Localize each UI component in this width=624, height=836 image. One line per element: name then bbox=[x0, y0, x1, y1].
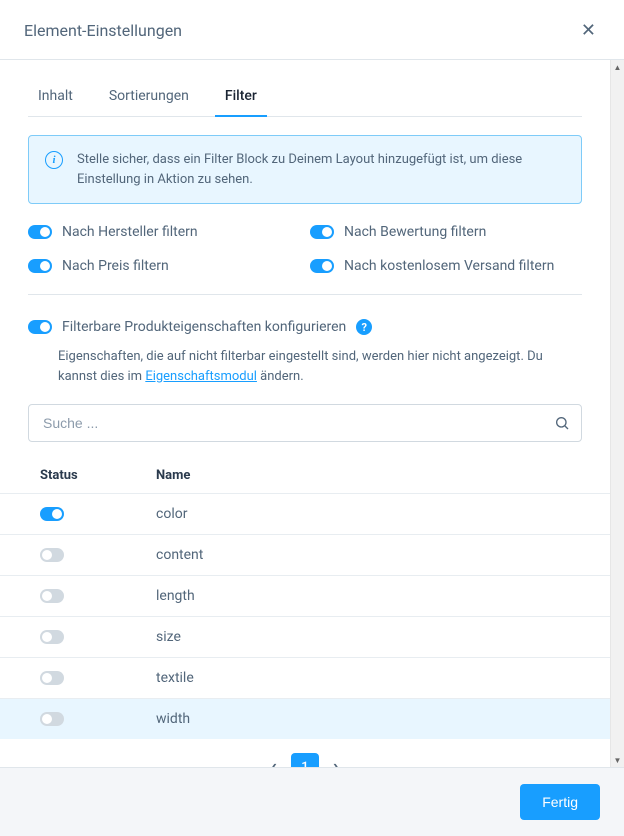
property-name: length bbox=[156, 588, 582, 604]
filter-rating-row: Nach Bewertung filtern bbox=[310, 224, 582, 240]
config-properties-label: Filterbare Produkteigenschaften konfigur… bbox=[62, 319, 346, 335]
property-status-toggle[interactable] bbox=[40, 671, 64, 685]
close-icon: ✕ bbox=[581, 20, 596, 40]
pagination-next[interactable]: › bbox=[333, 758, 338, 767]
pagination: ‹ 1 › bbox=[0, 739, 610, 767]
close-button[interactable]: ✕ bbox=[577, 16, 600, 45]
tab-sortierungen[interactable]: Sortierungen bbox=[91, 78, 207, 116]
search-icon[interactable] bbox=[554, 415, 570, 431]
filter-manufacturer-row: Nach Hersteller filtern bbox=[28, 224, 300, 240]
info-icon: i bbox=[45, 151, 63, 169]
filter-rating-label: Nach Bewertung filtern bbox=[344, 224, 486, 240]
done-button[interactable]: Fertig bbox=[520, 784, 600, 820]
properties-module-link[interactable]: Eigenschaftsmodul bbox=[145, 369, 257, 384]
filter-manufacturer-toggle[interactable] bbox=[28, 225, 52, 239]
config-properties-toggle[interactable] bbox=[28, 320, 52, 334]
help-icon[interactable]: ? bbox=[356, 319, 372, 335]
chevron-left-icon: ‹ bbox=[272, 758, 277, 767]
filter-price-label: Nach Preis filtern bbox=[62, 258, 169, 274]
config-properties-row: Filterbare Produkteigenschaften konfigur… bbox=[28, 319, 582, 335]
table-row[interactable]: textile bbox=[0, 657, 610, 698]
filter-shipping-label: Nach kostenlosem Versand filtern bbox=[344, 258, 554, 274]
property-status-toggle[interactable] bbox=[40, 589, 64, 603]
vertical-scrollbar[interactable]: ▲ ▼ bbox=[610, 60, 624, 767]
tab-filter[interactable]: Filter bbox=[207, 78, 275, 116]
property-status-toggle[interactable] bbox=[40, 548, 64, 562]
property-name: color bbox=[156, 506, 582, 522]
property-status-toggle[interactable] bbox=[40, 630, 64, 644]
property-name: size bbox=[156, 629, 582, 645]
page-title: Element-Einstellungen bbox=[24, 21, 182, 40]
property-name: content bbox=[156, 547, 582, 563]
filter-shipping-toggle[interactable] bbox=[310, 259, 334, 273]
table-row[interactable]: length bbox=[0, 575, 610, 616]
property-name: textile bbox=[156, 670, 582, 686]
property-status-toggle[interactable] bbox=[40, 507, 64, 521]
filter-rating-toggle[interactable] bbox=[310, 225, 334, 239]
tab-inhalt[interactable]: Inhalt bbox=[28, 78, 91, 116]
scroll-down-arrow[interactable]: ▼ bbox=[611, 753, 624, 767]
table-row[interactable]: size bbox=[0, 616, 610, 657]
chevron-right-icon: › bbox=[333, 758, 338, 767]
filter-shipping-row: Nach kostenlosem Versand filtern bbox=[310, 258, 582, 274]
table-row[interactable]: width bbox=[0, 698, 610, 739]
properties-table: Status Name color content length size textil… bbox=[0, 458, 610, 739]
tabs: InhaltSortierungenFilter bbox=[28, 78, 582, 117]
info-alert: i Stelle sicher, dass ein Filter Block z… bbox=[28, 135, 582, 204]
pagination-prev[interactable]: ‹ bbox=[272, 758, 277, 767]
config-properties-description: Eigenschaften, die auf nicht filterbar e… bbox=[58, 347, 582, 386]
column-name-header: Name bbox=[156, 468, 582, 483]
table-row[interactable]: content bbox=[0, 534, 610, 575]
column-status-header: Status bbox=[40, 468, 156, 483]
table-row[interactable]: color bbox=[0, 493, 610, 534]
filter-price-row: Nach Preis filtern bbox=[28, 258, 300, 274]
property-status-toggle[interactable] bbox=[40, 712, 64, 726]
divider bbox=[28, 294, 582, 295]
info-alert-text: Stelle sicher, dass ein Filter Block zu … bbox=[77, 150, 565, 189]
filter-price-toggle[interactable] bbox=[28, 259, 52, 273]
property-name: width bbox=[156, 711, 582, 727]
filter-manufacturer-label: Nach Hersteller filtern bbox=[62, 224, 198, 240]
pagination-page-current[interactable]: 1 bbox=[291, 753, 319, 767]
search-input[interactable] bbox=[28, 404, 582, 442]
scroll-up-arrow[interactable]: ▲ bbox=[611, 60, 624, 74]
